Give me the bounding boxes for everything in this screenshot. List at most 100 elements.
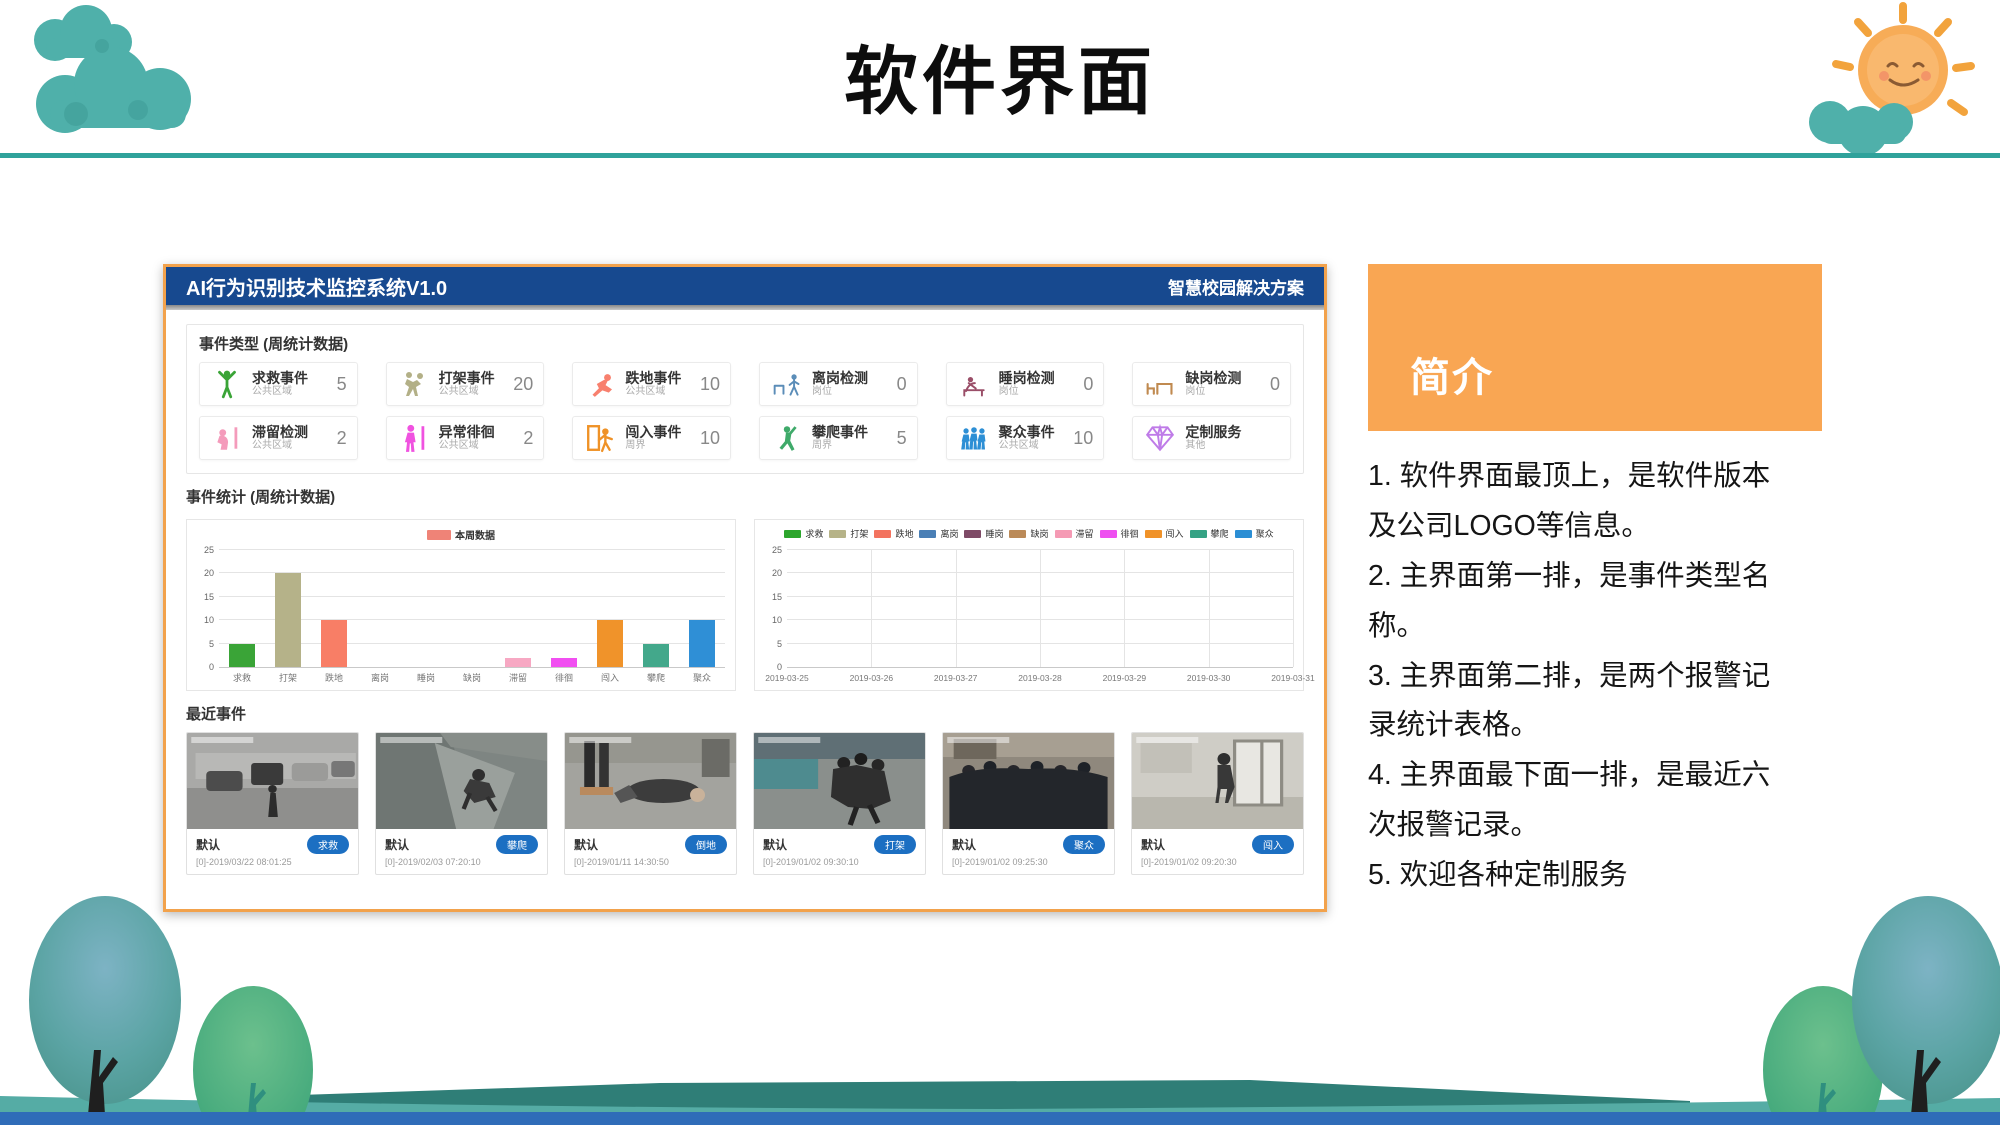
- event-type-card[interactable]: 聚众事件公共区域10: [946, 416, 1105, 460]
- event-card-area: 公共区域: [439, 440, 495, 452]
- legend-swatch: [1100, 530, 1117, 538]
- event-card-name: 攀爬事件: [812, 424, 868, 440]
- chart-legend: 求救打架跌地离岗睡岗缺岗滞留徘徊闯入攀爬聚众: [755, 527, 1303, 540]
- event-card-area: 岗位: [812, 386, 868, 398]
- event-type-card[interactable]: 打架事件公共区域20: [386, 362, 545, 406]
- event-type-card[interactable]: 跌地事件公共区域10: [572, 362, 731, 406]
- legend-label: 攀爬: [1211, 527, 1229, 540]
- event-type-card[interactable]: 离岗检测岗位0: [759, 362, 918, 406]
- event-card-area: 公共区域: [252, 440, 308, 452]
- legend-label: 闯入: [1166, 527, 1184, 540]
- surveillance-snapshot: [187, 733, 358, 829]
- event-types-section: 事件类型 (周统计数据) 求救事件公共区域5打架事件公共区域20跌地事件公共区域…: [186, 324, 1304, 474]
- crowd-icon: [957, 421, 991, 455]
- recent-event-time: [0]-2019/01/02 09:25:30: [952, 857, 1105, 867]
- title-divider: [0, 153, 2000, 158]
- event-stats-section: 事件统计 (周统计数据) 本周数据0510152025求救打架跌地离岗睡岗缺岗滞…: [186, 486, 1304, 691]
- event-card-name: 滞留检测: [252, 424, 308, 440]
- intro-list-item: 5. 欢迎各种定制服务: [1368, 851, 1788, 901]
- event-card-count: 5: [337, 374, 347, 395]
- event-card-name: 异常徘徊: [439, 424, 495, 440]
- event-type-card[interactable]: 睡岗检测岗位0: [946, 362, 1105, 406]
- event-type-card[interactable]: 定制服务其他: [1132, 416, 1291, 460]
- x-tick-label: 跌地: [311, 671, 357, 684]
- event-card-count: 2: [337, 428, 347, 449]
- bar-闯入: [597, 620, 622, 667]
- climb-icon: [770, 421, 804, 455]
- legend-label: 离岗: [940, 527, 958, 540]
- event-card-name: 定制服务: [1185, 424, 1241, 440]
- legend-swatch: [874, 530, 891, 538]
- event-card-area: 岗位: [999, 386, 1055, 398]
- event-type-card[interactable]: 闯入事件周界10: [572, 416, 731, 460]
- event-card-count: 0: [1270, 374, 1280, 395]
- legend-label: 缺岗: [1030, 527, 1048, 540]
- event-card-name: 聚众事件: [999, 424, 1055, 440]
- bar-滞留: [505, 658, 530, 667]
- recent-event-card[interactable]: 默认打架[0]-2019/01/02 09:30:10: [753, 732, 926, 875]
- event-type-card-grid: 求救事件公共区域5打架事件公共区域20跌地事件公共区域10离岗检测岗位0睡岗检测…: [199, 362, 1291, 460]
- event-card-count: 10: [1073, 428, 1093, 449]
- recent-event-card[interactable]: 默认聚众[0]-2019/01/02 09:25:30: [942, 732, 1115, 875]
- bar-求救: [229, 644, 254, 667]
- x-tick-label: 2019-03-26: [850, 673, 893, 683]
- event-type-badge: 倒地: [685, 835, 727, 854]
- empty-desk-icon: [1143, 367, 1177, 401]
- x-tick-label: 2019-03-31: [1271, 673, 1314, 683]
- event-type-card[interactable]: 攀爬事件周界5: [759, 416, 918, 460]
- surveillance-snapshot: [943, 733, 1114, 829]
- intro-list-item: 3. 主界面第二排，是两个报警记录统计表格。: [1368, 652, 1788, 752]
- intro-list-item: 4. 主界面最下面一排，是最近六次报警记录。: [1368, 751, 1788, 851]
- event-type-card[interactable]: 异常徘徊公共区域2: [386, 416, 545, 460]
- x-tick-label: 2019-03-25: [765, 673, 808, 683]
- y-tick-label: 0: [777, 662, 782, 672]
- event-card-count: 20: [513, 374, 533, 395]
- event-type-badge: 打架: [874, 835, 916, 854]
- intro-list-item: 1. 软件界面最顶上，是软件版本及公司LOGO等信息。: [1368, 452, 1788, 552]
- event-card-area: 公共区域: [439, 386, 495, 398]
- fall-icon: [583, 367, 617, 401]
- event-type-card[interactable]: 滞留检测公共区域 2: [199, 416, 358, 460]
- y-tick-label: 20: [772, 568, 782, 578]
- legend-swatch: [784, 530, 801, 538]
- legend-label: 求救: [805, 527, 823, 540]
- y-tick-label: 10: [772, 615, 782, 625]
- recent-event-card[interactable]: 默认闯入[0]-2019/01/02 09:20:30: [1131, 732, 1304, 875]
- event-card-count: 0: [1083, 374, 1093, 395]
- recent-events-section: 最近事件 默认求救[0]-2019/03/22 08:01:25默认攀爬[0]-…: [186, 703, 1304, 875]
- recent-event-card[interactable]: 默认攀爬[0]-2019/02/03 07:20:10: [375, 732, 548, 875]
- bar-徘徊: [551, 658, 576, 667]
- y-tick-label: 5: [777, 639, 782, 649]
- gridline: [1124, 550, 1125, 667]
- app-title: AI行为识别技术监控系统V1.0: [186, 272, 447, 301]
- fight-icon: [397, 367, 431, 401]
- event-card-area: 周界: [625, 440, 681, 452]
- surveillance-snapshot: [1132, 733, 1303, 829]
- sleep-desk-icon: [957, 367, 991, 401]
- intro-heading: 简介: [1410, 345, 1494, 403]
- gridline: [871, 550, 872, 667]
- event-card-name: 跌地事件: [625, 370, 681, 386]
- legend-label: 聚众: [1256, 527, 1274, 540]
- legend-swatch: [964, 530, 981, 538]
- event-type-card[interactable]: 缺岗检测岗位0: [1132, 362, 1291, 406]
- legend-label: 滞留: [1076, 527, 1094, 540]
- x-tick-label: 2019-03-28: [1018, 673, 1061, 683]
- surveillance-snapshot: [754, 733, 925, 829]
- gridline: [1040, 550, 1041, 667]
- legend-swatch: [1009, 530, 1026, 538]
- chart-legend: 本周数据: [187, 527, 735, 542]
- event-card-count: 10: [700, 428, 720, 449]
- recent-event-card[interactable]: 默认求救[0]-2019/03/22 08:01:25: [186, 732, 359, 875]
- legend-swatch: [919, 530, 936, 538]
- help-person-icon: [210, 367, 244, 401]
- bar-打架: [275, 573, 300, 667]
- x-tick-label: 缺岗: [449, 671, 495, 684]
- event-card-count: 0: [897, 374, 907, 395]
- x-tick-label: 徘徊: [541, 671, 587, 684]
- recent-event-time: [0]-2019/01/02 09:20:30: [1141, 857, 1294, 867]
- recent-event-name: 默认: [952, 836, 976, 853]
- leave-desk-icon: [770, 367, 804, 401]
- event-type-card[interactable]: 求救事件公共区域5: [199, 362, 358, 406]
- recent-event-card[interactable]: 默认倒地[0]-2019/01/11 14:30:50: [564, 732, 737, 875]
